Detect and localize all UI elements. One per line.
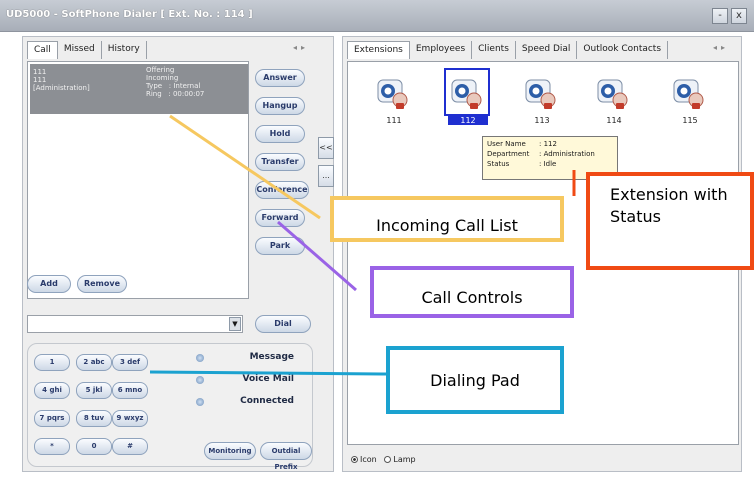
extension-label-selected: 112: [448, 116, 488, 125]
tooltip-value: : Administration: [539, 150, 595, 158]
extension-phone-icon[interactable]: [374, 74, 412, 112]
hangup-button[interactable]: Hangup: [255, 97, 305, 115]
tab-speed-dial[interactable]: Speed Dial: [516, 41, 578, 59]
extension-label: 114: [606, 116, 622, 125]
call-state: Offering: [146, 66, 175, 74]
add-button[interactable]: Add: [27, 275, 71, 293]
key-9[interactable]: 9 wxyz: [112, 410, 148, 427]
call-number-secondary: 111: [33, 76, 47, 84]
extension-status-callout: Extension with Status: [586, 172, 754, 270]
tab-extensions[interactable]: Extensions: [347, 41, 410, 59]
key-star[interactable]: *: [34, 438, 70, 455]
tab-outlook-contacts[interactable]: Outlook Contacts: [577, 41, 669, 59]
tooltip-value: : Idle: [539, 160, 557, 168]
lamp-radio-label: Lamp: [393, 455, 416, 464]
outdial-prefix-button[interactable]: Outdial Prefix: [260, 442, 312, 471]
tab-scroll-arrows-icon[interactable]: ◂▸: [293, 43, 309, 52]
minimize-button[interactable]: -: [712, 8, 728, 24]
extension-phone-icon[interactable]: [670, 74, 708, 112]
message-status: Message: [249, 352, 294, 362]
answer-button[interactable]: Answer: [255, 69, 305, 87]
remove-button[interactable]: Remove: [77, 275, 127, 293]
connected-led-icon: [196, 398, 204, 406]
extension-phone-icon[interactable]: [522, 74, 560, 112]
key-0[interactable]: 0: [76, 438, 112, 455]
tab-employees[interactable]: Employees: [410, 41, 473, 59]
extension-label: 113: [534, 116, 550, 125]
dial-number-input[interactable]: ▼: [27, 315, 243, 333]
tooltip-key: Status: [487, 160, 510, 168]
key-4[interactable]: 4 ghi: [34, 382, 70, 399]
tooltip-key: User Name: [487, 140, 526, 148]
call-tabs: Call Missed History: [27, 41, 147, 59]
call-panel: Call Missed History ◂▸ 111 111 [Administ…: [22, 36, 334, 472]
title-bar: UD5000 - SoftPhone Dialer [ Ext. No. : 1…: [0, 0, 754, 32]
lamp-radio[interactable]: [384, 456, 392, 463]
directory-tabs: Extensions Employees Clients Speed Dial …: [347, 41, 669, 59]
key-1[interactable]: 1: [34, 354, 70, 371]
conference-button[interactable]: Conference: [255, 181, 309, 199]
extension-label: 111: [386, 116, 402, 125]
forward-button[interactable]: Forward: [255, 209, 305, 227]
window-title: UD5000 - SoftPhone Dialer [ Ext. No. : 1…: [6, 9, 253, 20]
tab-scroll-arrows-icon[interactable]: ◂▸: [713, 43, 729, 52]
tab-call[interactable]: Call: [27, 41, 58, 59]
connected-status: Connected: [240, 396, 294, 406]
call-ring-time: Ring : 00:00:07: [146, 90, 205, 98]
key-5[interactable]: 5 jkl: [76, 382, 112, 399]
extension-phone-icon[interactable]: [594, 74, 632, 112]
extension-label: 115: [682, 116, 698, 125]
key-8[interactable]: 8 tuv: [76, 410, 112, 427]
dial-button[interactable]: Dial: [255, 315, 311, 333]
tab-history[interactable]: History: [102, 41, 147, 59]
key-6[interactable]: 6 mno: [112, 382, 148, 399]
more-options-button[interactable]: ...: [318, 165, 334, 187]
tab-missed[interactable]: Missed: [58, 41, 102, 59]
icon-radio-label: Icon: [360, 455, 377, 464]
key-hash[interactable]: #: [112, 438, 148, 455]
collapse-panel-button[interactable]: <<: [318, 137, 334, 159]
extension-phone-icon[interactable]: [448, 74, 486, 112]
key-3[interactable]: 3 def: [112, 354, 148, 371]
dialing-pad: 1 2 abc 3 def 4 ghi 5 jkl 6 mno 7 pqrs 8…: [27, 343, 313, 471]
view-mode-options: Icon Lamp: [351, 455, 416, 464]
monitoring-button[interactable]: Monitoring: [204, 442, 256, 460]
call-direction: Incoming: [146, 74, 179, 82]
message-led-icon: [196, 354, 204, 362]
close-button[interactable]: x: [731, 8, 747, 24]
chevron-down-icon[interactable]: ▼: [229, 317, 241, 331]
call-department: [Administration]: [33, 84, 90, 92]
call-number: 111: [33, 68, 47, 76]
voicemail-led-icon: [196, 376, 204, 384]
call-type: Type : Internal: [146, 82, 201, 90]
incoming-call-list[interactable]: 111 111 [Administration] Offering Incomi…: [27, 61, 249, 299]
transfer-button[interactable]: Transfer: [255, 153, 305, 171]
call-row[interactable]: 111 111 [Administration] Offering Incomi…: [30, 64, 248, 114]
incoming-call-list-callout: Incoming Call List: [330, 196, 564, 242]
tab-clients[interactable]: Clients: [472, 41, 516, 59]
park-button[interactable]: Park: [255, 237, 305, 255]
key-7[interactable]: 7 pqrs: [34, 410, 70, 427]
call-controls-callout: Call Controls: [370, 266, 574, 318]
hold-button[interactable]: Hold: [255, 125, 305, 143]
tooltip-key: Department: [487, 150, 530, 158]
icon-radio[interactable]: [351, 456, 358, 463]
tooltip-value: : 112: [539, 140, 557, 148]
key-2[interactable]: 2 abc: [76, 354, 112, 371]
voicemail-status: Voice Mail: [242, 374, 294, 384]
dialing-pad-callout: Dialing Pad: [386, 346, 564, 414]
